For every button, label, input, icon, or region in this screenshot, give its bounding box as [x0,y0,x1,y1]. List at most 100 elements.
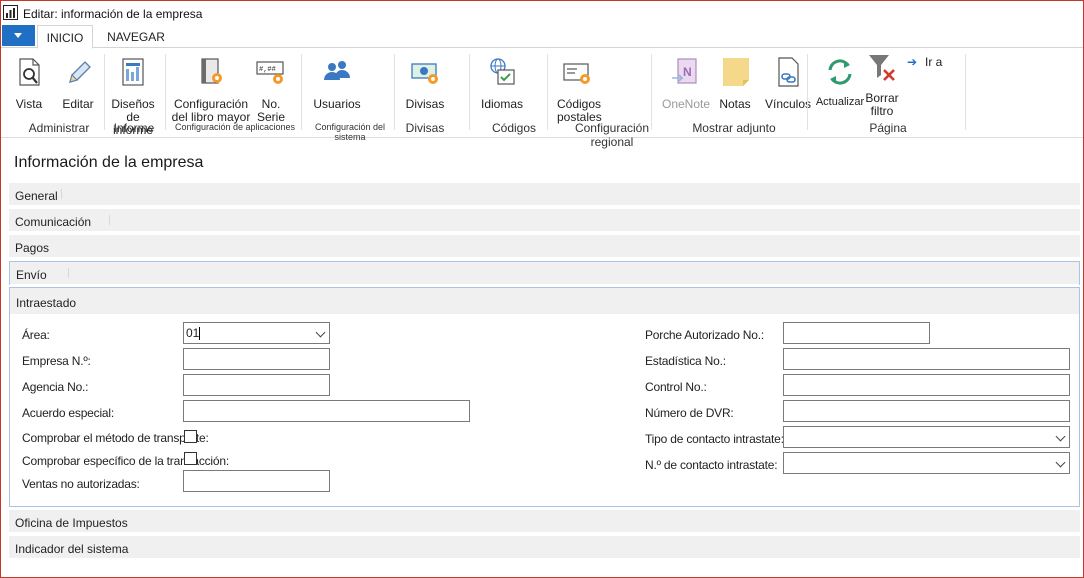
empresa-label: Empresa N.º: [22,354,91,368]
fasttab-divider [68,268,69,278]
chevron-down-icon [1055,457,1066,468]
group-mostrar-adjunto-label: Mostrar adjunto [692,121,776,135]
group-administrar-label: Administrar [28,121,90,135]
page-title: Información de la empresa [14,154,204,171]
ir-a-button[interactable]: ➔ Ir a [907,56,947,72]
vista-button[interactable]: Vista [11,56,47,118]
text-caret [199,327,201,341]
idiomas-label: Idiomas [480,97,524,111]
acuerdo-especial-label: Acuerdo especial: [22,406,114,420]
fasttab-divider [61,189,62,199]
vinculos-label: Vínculos [765,97,812,111]
fasttab-pagos[interactable]: Pagos [9,235,1080,257]
ventas-input[interactable] [183,470,330,492]
chevron-down-icon [1055,431,1066,442]
idiomas-button[interactable]: Idiomas [479,56,525,118]
fasttab-indicador-sistema[interactable]: Indicador del sistema [9,536,1080,558]
svg-text:#,##: #,## [259,66,276,74]
comprobar-transaccion-checkbox[interactable] [184,452,197,465]
num-contacto-select[interactable] [783,452,1070,474]
onenote-icon: N [672,58,697,84]
group-separator [965,54,966,130]
group-separator [165,54,166,130]
comprobar-transaccion-label: Comprobar específico de la transacción: [22,454,229,468]
usuarios-label: Usuarios [313,97,361,111]
group-informe-label: Informe [113,121,155,135]
fasttab-envio[interactable]: Envío [10,262,1079,284]
group-config-aplicaciones-label: Configuración de aplicaciones [174,122,296,132]
actualizar-button[interactable]: Actualizar [815,56,865,118]
fasttab-intraestado: Intraestado Área: 01 Empresa N.º: Agenci… [9,287,1080,507]
fasttab-comunicacion-label: Comunicación [15,215,92,229]
group-separator [469,54,470,130]
tab-inicio[interactable]: INICIO [37,25,93,49]
ventas-label: Ventas no autorizadas: [22,477,140,491]
no-serie-label: No. Serie [256,97,285,124]
estadistica-input[interactable] [783,348,1070,370]
window-title: Editar: información de la empresa [23,7,203,21]
onenote-label: OneNote [661,97,711,111]
borrar-filtro-label: Borrar filtro [865,91,899,118]
actualizar-label: Actualizar [815,96,865,108]
divisas-label: Divisas [405,97,445,111]
refresh-icon [828,59,852,85]
title-bar: Editar: información de la empresa [1,1,1083,25]
config-libro-mayor-button[interactable]: Configuración del libro mayor [171,56,251,124]
disenos-informe-button[interactable]: Diseños de informe [105,56,161,137]
fasttab-general-label: General [15,189,58,203]
app-chart-icon [3,5,18,20]
view-document-icon [19,58,40,86]
onenote-button[interactable]: N OneNote [659,56,713,118]
dvr-label: Número de DVR: [645,406,734,420]
chevron-down-icon [315,327,326,338]
group-config-sistema-label: Configuración del sistema [314,122,386,142]
estadistica-label: Estadística No.: [645,354,726,368]
comprobar-transporte-label: Comprobar el método de transporte: [22,431,209,445]
config-libro-label: Configuración del libro mayor [171,97,251,124]
group-codigos-label: Códigos [491,121,537,135]
notas-button[interactable]: Notas [715,56,755,118]
languages-icon [490,58,515,85]
area-label: Área: [22,328,50,342]
control-input[interactable] [783,374,1070,396]
tab-navegar[interactable]: NAVEGAR [101,25,171,49]
group-config-regional-label: Configuración regional [574,121,650,149]
borrar-filtro-button[interactable]: Borrar filtro [863,52,901,118]
svg-text:N: N [683,65,692,79]
group-divisas-label: Divisas [405,121,445,135]
edit-pencil-icon [69,61,91,83]
editar-button[interactable]: Editar [59,56,97,118]
report-layout-icon [122,58,144,86]
dvr-input[interactable] [783,400,1070,422]
agencia-label: Agencia No.: [22,380,89,394]
porche-input[interactable] [783,322,930,344]
fasttab-general[interactable]: General [9,183,1080,205]
usuarios-button[interactable]: Usuarios [309,56,365,118]
control-label: Control No.: [645,380,707,394]
ribbon-tab-bar: INICIO NAVEGAR [1,25,1083,49]
codigos-postales-button[interactable]: Códigos postales [551,56,603,124]
porche-label: Porche Autorizado No.: [645,328,765,342]
link-document-icon [778,57,799,87]
empresa-input[interactable] [183,348,330,370]
ir-a-label: Ir a [925,55,943,69]
acuerdo-especial-input[interactable] [183,400,470,422]
area-select[interactable]: 01 [183,322,330,344]
divisas-button[interactable]: Divisas [403,56,447,118]
tipo-contacto-select[interactable] [783,426,1070,448]
fasttab-pagos-label: Pagos [15,241,50,255]
tipo-contacto-label: Tipo de contacto intrastate: [645,432,784,446]
fasttab-intraestado-header[interactable]: Intraestado [10,288,1079,314]
fasttab-comunicacion[interactable]: Comunicación [9,209,1080,231]
arrow-right-icon: ➔ [907,55,918,69]
note-icon [723,58,749,86]
comprobar-transporte-checkbox[interactable] [184,430,197,443]
vinculos-button[interactable]: Vínculos [765,56,811,118]
fasttab-oficina-label: Oficina de Impuestos [15,516,128,530]
fasttab-intraestado-label: Intraestado [16,296,77,310]
no-serie-button[interactable]: #,## No. Serie [251,56,291,124]
agencia-input[interactable] [183,374,330,396]
application-menu-button[interactable] [2,25,35,46]
clear-filter-icon [869,55,895,81]
fasttab-oficina-impuestos[interactable]: Oficina de Impuestos [9,510,1080,532]
